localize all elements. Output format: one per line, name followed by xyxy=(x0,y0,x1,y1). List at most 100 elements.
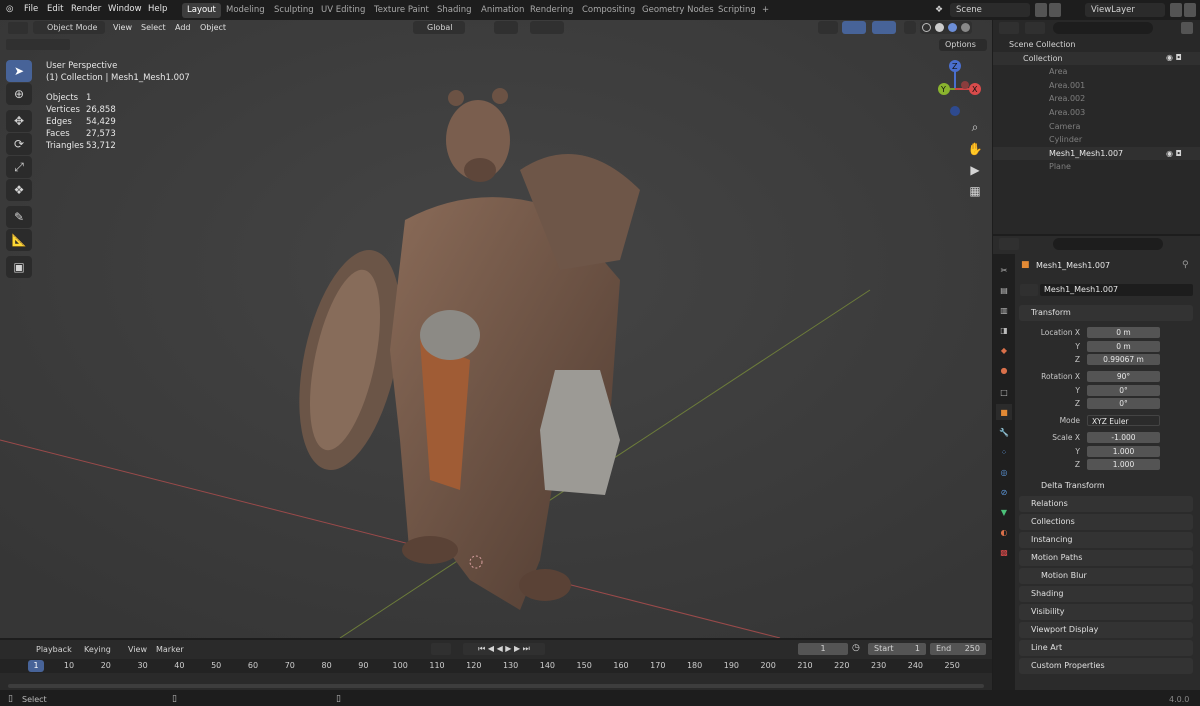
editor-type-icon[interactable] xyxy=(8,22,28,34)
view-layer-selector[interactable]: ViewLayer xyxy=(1085,3,1165,17)
end-frame-field[interactable]: End 250 xyxy=(930,643,986,655)
tab-rendering[interactable]: Rendering xyxy=(525,3,578,18)
shading-mode-buttons[interactable] xyxy=(920,21,972,34)
zoom-button[interactable]: ⌕ xyxy=(965,117,985,137)
new-view-layer-button[interactable] xyxy=(1170,3,1182,17)
properties-search-input[interactable] xyxy=(1053,238,1163,250)
texture-tab[interactable]: ▩ xyxy=(996,544,1012,560)
snap-toggle[interactable] xyxy=(530,21,564,34)
outliner-item[interactable]: Camera xyxy=(993,120,1200,134)
particles-tab[interactable]: ⁘ xyxy=(996,444,1012,460)
location-z-field[interactable]: 0.99067 m xyxy=(1087,354,1160,365)
delete-scene-button[interactable] xyxy=(1049,3,1061,17)
tab-modeling[interactable]: Modeling xyxy=(221,3,270,18)
menu-window[interactable]: Window xyxy=(108,4,142,14)
cursor-tool[interactable]: ⊕ xyxy=(6,83,32,105)
visibility-panel-header[interactable]: Visibility xyxy=(1019,604,1193,620)
menu-view[interactable]: View xyxy=(113,22,132,34)
world-tab[interactable]: ● xyxy=(996,362,1012,378)
view-menu[interactable]: View xyxy=(128,645,147,654)
scale-tool[interactable]: ⤢ xyxy=(6,156,32,178)
rotation-y-field[interactable]: 0° xyxy=(1087,385,1160,396)
outliner-search-input[interactable] xyxy=(1053,22,1153,34)
keying-menu[interactable]: Keying xyxy=(84,645,111,654)
tab-texture-paint[interactable]: Texture Paint xyxy=(369,3,434,18)
pivot-selector[interactable] xyxy=(494,21,518,34)
render-tab[interactable]: ▤ xyxy=(996,282,1012,298)
move-tool[interactable]: ✥ xyxy=(6,110,32,132)
scale-x-field[interactable]: -1.000 xyxy=(1087,432,1160,443)
outliner-item[interactable]: Area.003 xyxy=(993,106,1200,120)
custom-properties-panel-header[interactable]: Custom Properties xyxy=(1019,658,1193,674)
transform-panel-header[interactable]: Transform xyxy=(1019,305,1193,321)
autokey-toggle[interactable] xyxy=(431,643,451,655)
delete-view-layer-button[interactable] xyxy=(1184,3,1196,17)
viewport-display-panel-header[interactable]: Viewport Display xyxy=(1019,622,1193,638)
eye-icon[interactable]: ◉ ◘ xyxy=(1166,53,1194,63)
material-shading-icon[interactable] xyxy=(948,23,957,32)
modifier-tab[interactable]: 🔧 xyxy=(996,424,1012,440)
tab-geometry-nodes[interactable]: Geometry Nodes xyxy=(637,3,719,18)
menu-edit[interactable]: Edit xyxy=(47,4,63,14)
solid-shading-icon[interactable] xyxy=(935,23,944,32)
physics-tab[interactable]: ◎ xyxy=(996,464,1012,480)
display-mode-selector[interactable] xyxy=(1025,22,1045,34)
collections-panel-header[interactable]: Collections xyxy=(1019,514,1193,530)
rotation-z-field[interactable]: 0° xyxy=(1087,398,1160,409)
motion-paths-panel-header[interactable]: Motion Paths xyxy=(1019,550,1193,566)
xray-toggle[interactable] xyxy=(904,21,916,34)
blender-logo-icon[interactable]: ◎ xyxy=(6,4,13,14)
scene-tab[interactable]: ◆ xyxy=(996,342,1012,358)
annotate-tool[interactable]: ✎ xyxy=(6,206,32,228)
outliner-item[interactable]: Area.001 xyxy=(993,79,1200,93)
rotate-tool[interactable]: ⟳ xyxy=(6,133,32,155)
data-tab[interactable]: ▼ xyxy=(996,504,1012,520)
selection-mode-buttons[interactable] xyxy=(6,39,70,50)
start-frame-field[interactable]: Start 1 xyxy=(868,643,926,655)
rotation-mode-select[interactable]: XYZ Euler xyxy=(1087,415,1160,426)
location-y-field[interactable]: 0 m xyxy=(1087,341,1160,352)
menu-select[interactable]: Select xyxy=(141,22,166,34)
visibility-selector[interactable] xyxy=(818,21,838,34)
transform-tool[interactable]: ❖ xyxy=(6,179,32,201)
properties-editor-type[interactable] xyxy=(999,238,1019,250)
orientation-selector[interactable]: Global xyxy=(413,21,465,34)
outliner-item[interactable]: Area xyxy=(993,65,1200,79)
output-tab[interactable]: ▥ xyxy=(996,302,1012,318)
marker-menu[interactable]: Marker xyxy=(156,645,184,654)
playback-menu[interactable]: Playback xyxy=(36,645,72,654)
scene-selector[interactable]: Scene xyxy=(950,3,1030,17)
menu-help[interactable]: Help xyxy=(148,4,167,14)
pan-button[interactable]: ✋ xyxy=(965,139,985,159)
location-x-field[interactable]: 0 m xyxy=(1087,327,1160,338)
options-dropdown[interactable]: Options xyxy=(939,39,987,51)
menu-add[interactable]: Add xyxy=(175,22,191,34)
outliner-item[interactable]: Plane xyxy=(993,160,1200,174)
new-collection-button[interactable] xyxy=(1181,22,1193,34)
tab-uv-editing[interactable]: UV Editing xyxy=(316,3,370,18)
camera-view-button[interactable]: ▶ xyxy=(965,160,985,180)
tab-animation[interactable]: Animation xyxy=(476,3,529,18)
filter-icon[interactable] xyxy=(1163,22,1177,34)
overlay-toggle[interactable] xyxy=(872,21,896,34)
add-cube-tool[interactable]: ▣ xyxy=(6,256,32,278)
scale-z-field[interactable]: 1.000 xyxy=(1087,459,1160,470)
menu-render[interactable]: Render xyxy=(71,4,101,14)
scale-y-field[interactable]: 1.000 xyxy=(1087,446,1160,457)
rotation-x-field[interactable]: 90° xyxy=(1087,371,1160,382)
rendered-shading-icon[interactable] xyxy=(961,23,970,32)
ortho-toggle-button[interactable]: ▦ xyxy=(965,181,985,201)
outliner-scene-collection[interactable]: Scene Collection xyxy=(993,38,1200,52)
object-name-field[interactable]: Mesh1_Mesh1.007 xyxy=(1040,284,1193,296)
view-layer-tab[interactable]: ◨ xyxy=(996,322,1012,338)
instancing-panel-header[interactable]: Instancing xyxy=(1019,532,1193,548)
measure-tool[interactable]: 📐 xyxy=(6,229,32,251)
outliner-item[interactable]: Area.002 xyxy=(993,92,1200,106)
clock-icon[interactable]: ◷ xyxy=(852,643,866,655)
pin-icon[interactable]: ⚲ xyxy=(1182,260,1189,270)
delta-transform-subpanel[interactable]: Delta Transform xyxy=(1041,481,1105,490)
tab-layout[interactable]: Layout xyxy=(182,3,221,18)
select-box-tool[interactable]: ➤ xyxy=(6,60,32,82)
tab-compositing[interactable]: Compositing xyxy=(577,3,640,18)
menu-object[interactable]: Object xyxy=(200,22,226,34)
